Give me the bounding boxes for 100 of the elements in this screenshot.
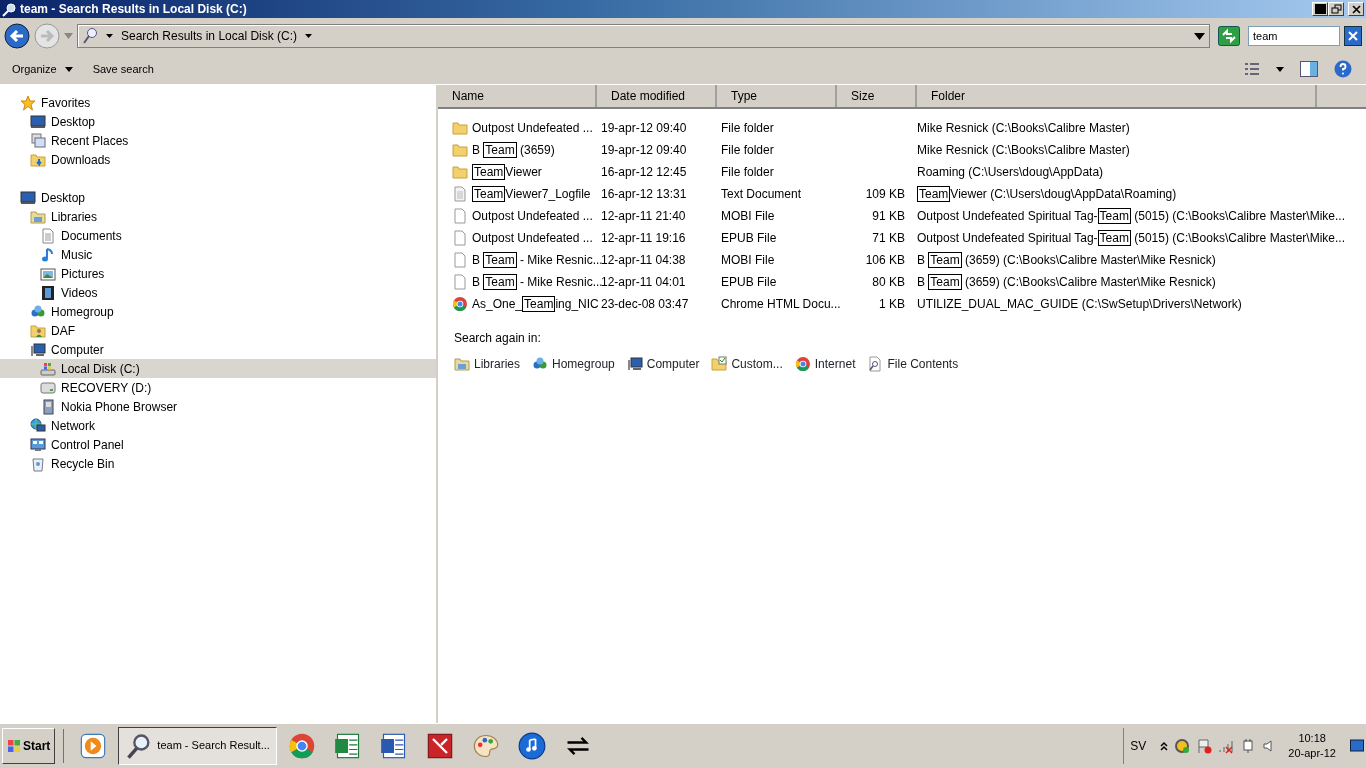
- toolbar-button[interactable]: Save search: [86, 57, 160, 81]
- date-cell-text: 19-apr-12 09:40: [600, 142, 688, 159]
- nav-item[interactable]: Music: [0, 245, 436, 264]
- nav-item[interactable]: Local Disk (C:): [0, 359, 436, 378]
- search-location-link[interactable]: Libraries: [454, 355, 521, 373]
- window-title: team - Search Results in Local Disk (C:): [20, 1, 247, 18]
- library-folder-icon: [30, 208, 46, 225]
- file-icon: [452, 230, 468, 246]
- date-cell-text: 16-apr-12 13:31: [600, 186, 688, 203]
- folder-cell-text: Mike Resnick (C:\Books\Calibre Master): [916, 120, 1130, 137]
- file-name[interactable]: Outpost Undefeated ...: [472, 229, 593, 247]
- back-button[interactable]: [4, 23, 30, 49]
- refresh-arrows-icon: [1218, 26, 1240, 46]
- dropdown-arrow-icon[interactable]: [1194, 32, 1205, 40]
- preview-pane-icon[interactable]: [1300, 61, 1318, 77]
- play-icon: [79, 731, 108, 760]
- nav-item[interactable]: Computer: [0, 340, 436, 359]
- windows-flag-icon: [7, 738, 21, 753]
- type-cell-text: Text Document: [720, 186, 803, 203]
- nav-item[interactable]: Recent Places: [0, 131, 436, 150]
- date-cell-text: 12-apr-11 21:40: [600, 208, 687, 225]
- nav-item[interactable]: Network: [0, 416, 436, 435]
- file-name[interactable]: As_One_ Team ing_NIC: [472, 295, 599, 313]
- chevron-up-icon[interactable]: [1160, 740, 1169, 751]
- caret-icon[interactable]: [1276, 66, 1284, 72]
- refresh-button[interactable]: [1218, 26, 1240, 46]
- file-name[interactable]: Outpost Undefeated ...: [472, 207, 593, 225]
- close-button[interactable]: [1348, 2, 1364, 16]
- restore-icon: [1329, 3, 1343, 15]
- file-name[interactable]: B Team - Mike Resnic...: [472, 251, 603, 269]
- file-name[interactable]: B Team (3659): [472, 141, 555, 159]
- file-search-icon: [867, 356, 884, 372]
- clear-search-button[interactable]: [1344, 26, 1362, 46]
- file-name[interactable]: Outpost Undefeated ...: [472, 119, 593, 137]
- column-header[interactable]: Type: [717, 85, 837, 107]
- close-icon: [1344, 26, 1362, 46]
- search-field[interactable]: team: [1248, 26, 1340, 46]
- nav-item[interactable]: Homegroup: [0, 302, 436, 321]
- search-location-link[interactable]: Computer: [626, 355, 700, 373]
- nav-item[interactable]: Documents: [0, 226, 436, 245]
- column-header[interactable]: Size: [837, 85, 917, 107]
- start-button[interactable]: Start: [2, 727, 56, 764]
- file-icon: [452, 252, 468, 268]
- date-cell-text: 19-apr-12 09:40: [600, 120, 688, 137]
- nav-item[interactable]: Videos: [0, 283, 436, 302]
- speaker-icon[interactable]: [1262, 737, 1275, 754]
- folder-cell-text: B Team (3659) (C:\Books\Calibre Master\Mike Resnick): [916, 251, 1216, 269]
- column-header[interactable]: Folder: [917, 85, 1317, 107]
- tray-app-icon[interactable]: [1174, 737, 1191, 754]
- organize-menu-button[interactable]: Organize: [6, 57, 79, 81]
- nav-item[interactable]: Downloads: [0, 150, 436, 169]
- flag-warning-icon[interactable]: [1196, 737, 1213, 754]
- view-list-icon[interactable]: [1244, 62, 1260, 76]
- nav-item[interactable]: RECOVERY (D:): [0, 378, 436, 397]
- file-name[interactable]: Team Viewer: [472, 163, 542, 181]
- address-bar[interactable]: Search Results in Local Disk (C:): [77, 24, 1210, 48]
- column-header[interactable]: Name: [438, 85, 597, 107]
- nav-item[interactable]: Recycle Bin: [0, 454, 436, 473]
- search-again-label: Search again in:: [454, 330, 542, 347]
- search-location-link[interactable]: Internet: [794, 355, 856, 373]
- nav-item[interactable]: Control Panel: [0, 435, 436, 454]
- help-icon[interactable]: [1334, 60, 1352, 78]
- file-name[interactable]: B Team - Mike Resnic...: [472, 273, 603, 291]
- nav-item[interactable]: Libraries: [0, 207, 436, 226]
- search-location-link[interactable]: Homegroup: [532, 355, 615, 373]
- type-cell-text: EPUB File: [720, 274, 778, 291]
- nav-item[interactable]: Desktop: [0, 188, 436, 207]
- star-icon: [20, 94, 36, 111]
- nav-item[interactable]: Favorites: [0, 93, 436, 112]
- restore-button[interactable]: [1328, 2, 1344, 16]
- type-cell-text: File folder: [720, 120, 775, 137]
- file-name[interactable]: Team Viewer7_Logfile: [472, 185, 591, 203]
- app-icon: [425, 731, 454, 760]
- clock[interactable]: 10:18 20-apr-12: [1280, 730, 1344, 761]
- nav-item[interactable]: Nokia Phone Browser: [0, 397, 436, 416]
- folder-cell-text: Roaming (C:\Users\doug\AppData): [916, 164, 1104, 181]
- taskbar-window-button[interactable]: team - Search Result...: [118, 726, 277, 765]
- search-location-link[interactable]: File Contents: [867, 355, 959, 373]
- show-desktop-icon[interactable]: [1350, 738, 1364, 753]
- folder-icon: [452, 164, 468, 180]
- caret-icon: [305, 34, 313, 38]
- size-cell: 91 KB: [872, 209, 905, 223]
- music-app-icon: [517, 731, 546, 760]
- nav-item[interactable]: Desktop: [0, 112, 436, 131]
- search-icon: [2, 2, 16, 17]
- type-cell-text: File folder: [720, 164, 775, 181]
- type-cell-text: EPUB File: [720, 230, 778, 247]
- file-icon: [452, 208, 468, 224]
- folder-cell-text: B Team (3659) (C:\Books\Calibre Master\Mike Resnick): [916, 273, 1216, 291]
- globe-monitor-icon: [30, 417, 46, 434]
- nav-item[interactable]: Pictures: [0, 264, 436, 283]
- language-indicator[interactable]: SV: [1130, 736, 1155, 755]
- search-location-link[interactable]: Custom...: [711, 355, 783, 373]
- document-icon: [40, 227, 56, 244]
- drive-icon: [40, 379, 56, 396]
- recent-places-icon: [30, 132, 46, 149]
- picture-icon: [40, 265, 56, 282]
- column-header[interactable]: Date modified: [597, 85, 717, 107]
- user-folder-icon: [30, 322, 46, 339]
- nav-item[interactable]: DAF: [0, 321, 436, 340]
